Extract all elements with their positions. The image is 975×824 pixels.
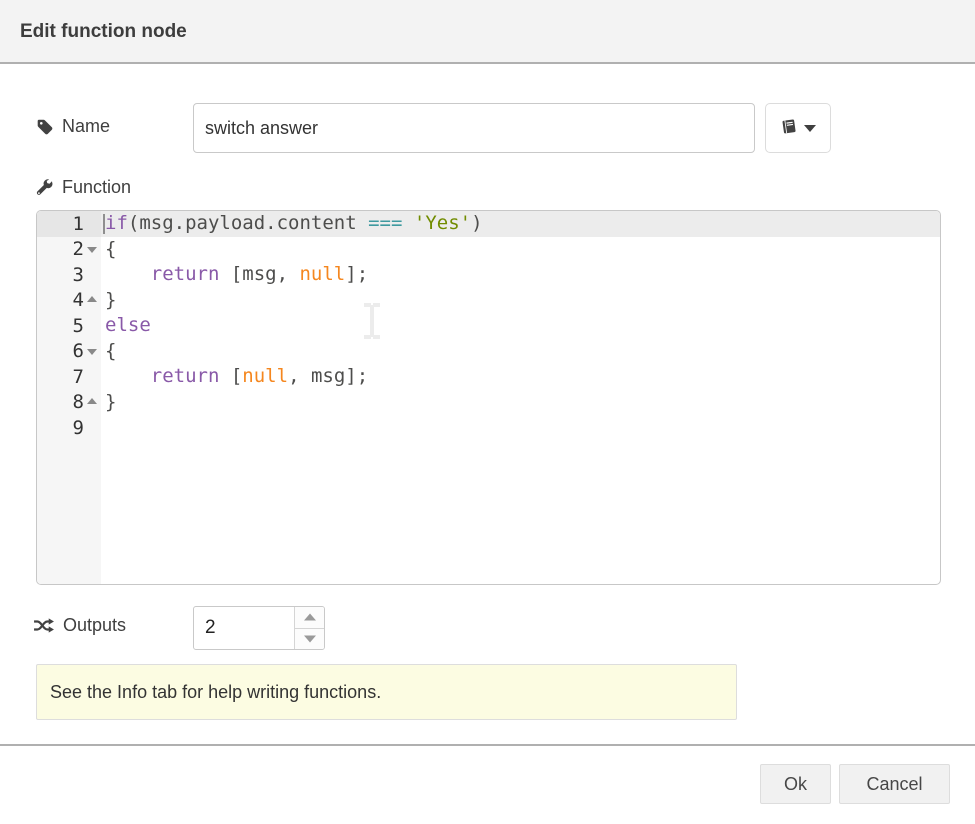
code-token: null	[242, 365, 288, 387]
name-label: Name	[36, 116, 110, 137]
ok-button[interactable]: Ok	[760, 764, 831, 804]
code-line[interactable]: {	[101, 339, 940, 365]
library-button[interactable]	[765, 103, 831, 153]
form-tip: See the Info tab for help writing functi…	[36, 664, 737, 720]
tag-icon	[36, 118, 54, 136]
gutter-line[interactable]: 8	[37, 390, 101, 416]
line-number: 6	[73, 340, 84, 362]
outputs-label: Outputs	[33, 615, 126, 636]
gutter-line: 7	[37, 364, 101, 390]
gutter-line: 9	[37, 415, 101, 441]
line-number: 8	[73, 391, 84, 413]
gutter-line: 1	[37, 211, 101, 237]
code-token: (msg.payload.content	[128, 212, 368, 234]
dialog-header: Edit function node	[0, 0, 975, 64]
wrench-icon	[36, 179, 54, 197]
function-label: Function	[36, 177, 131, 198]
outputs-input[interactable]	[194, 607, 294, 649]
code-token	[402, 212, 413, 234]
code-token: ===	[368, 212, 402, 234]
fold-open-icon[interactable]	[85, 242, 99, 256]
line-number: 3	[73, 264, 84, 286]
footer-divider	[0, 744, 975, 746]
fold-spacer	[85, 319, 99, 333]
code-line[interactable]: else	[101, 313, 940, 339]
fold-close-icon[interactable]	[85, 395, 99, 409]
fold-open-icon[interactable]	[85, 344, 99, 358]
line-number: 4	[73, 289, 84, 311]
outputs-spinner	[193, 606, 325, 650]
code-line[interactable]: }	[101, 288, 940, 314]
fold-close-icon[interactable]	[85, 293, 99, 307]
function-label-text: Function	[62, 177, 131, 198]
code-line[interactable]: return [msg, null];	[101, 262, 940, 288]
code-token: , msg];	[288, 365, 368, 387]
code-line[interactable]: {	[101, 237, 940, 263]
name-input[interactable]	[193, 103, 755, 153]
fold-spacer	[85, 421, 99, 435]
line-number: 9	[73, 417, 84, 439]
name-label-text: Name	[62, 116, 110, 137]
editor-code[interactable]: if(msg.payload.content === 'Yes'){ retur…	[101, 211, 940, 584]
line-number: 2	[73, 238, 84, 260]
spinner-buttons	[294, 607, 324, 649]
code-token	[105, 365, 151, 387]
code-token: if	[105, 212, 128, 234]
code-token: return	[151, 365, 220, 387]
form-tip-text: See the Info tab for help writing functi…	[50, 682, 381, 703]
code-token	[105, 263, 151, 285]
outputs-label-text: Outputs	[63, 615, 126, 636]
gutter-line: 3	[37, 262, 101, 288]
line-number: 1	[73, 213, 84, 235]
code-token: {	[105, 238, 116, 260]
code-token: }	[105, 289, 116, 311]
fold-spacer	[85, 217, 99, 231]
cancel-button[interactable]: Cancel	[839, 764, 950, 804]
code-token: }	[105, 391, 116, 413]
shuffle-icon	[33, 617, 55, 634]
dialog-title: Edit function node	[20, 21, 187, 43]
code-token: [msg,	[219, 263, 299, 285]
code-token: )	[471, 212, 482, 234]
code-line[interactable]: if(msg.payload.content === 'Yes')	[101, 211, 940, 237]
code-token: null	[299, 263, 345, 285]
text-caret	[103, 214, 105, 234]
code-token: ];	[345, 263, 368, 285]
spinner-down-button[interactable]	[295, 629, 324, 650]
code-line[interactable]	[101, 415, 940, 441]
line-number: 5	[73, 315, 84, 337]
code-token: 'Yes'	[414, 212, 471, 234]
code-token: else	[105, 314, 151, 336]
fold-spacer	[85, 370, 99, 384]
gutter-line: 5	[37, 313, 101, 339]
caret-down-icon	[804, 125, 816, 132]
code-line[interactable]: }	[101, 390, 940, 416]
editor-gutter: 1 2 3 4 5 6 7 8 9	[37, 211, 101, 584]
code-token: return	[151, 263, 220, 285]
code-line[interactable]: return [null, msg];	[101, 364, 940, 390]
gutter-line[interactable]: 2	[37, 237, 101, 263]
code-token: {	[105, 340, 116, 362]
code-token: [	[219, 365, 242, 387]
fold-spacer	[85, 268, 99, 282]
gutter-line[interactable]: 4	[37, 288, 101, 314]
function-code-editor[interactable]: 1 2 3 4 5 6 7 8 9 if(msg.payload.content === 'Ye…	[36, 210, 941, 585]
book-icon	[780, 118, 797, 138]
spinner-up-button[interactable]	[295, 607, 324, 629]
gutter-line[interactable]: 6	[37, 339, 101, 365]
line-number: 7	[73, 366, 84, 388]
